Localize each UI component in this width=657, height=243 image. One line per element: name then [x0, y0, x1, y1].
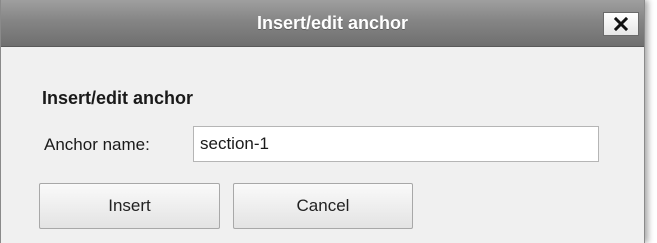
insert-button[interactable]: Insert — [39, 183, 220, 229]
close-button[interactable] — [603, 12, 639, 36]
close-x-icon — [614, 17, 628, 31]
anchor-name-input[interactable] — [193, 126, 599, 162]
anchor-name-label: Anchor name: — [44, 135, 150, 154]
dialog-titlebar[interactable]: Insert/edit anchor — [1, 0, 644, 47]
dialog-title: Insert/edit anchor — [256, 13, 409, 33]
form-heading: Insert/edit anchor — [42, 88, 194, 108]
cancel-button[interactable]: Cancel — [233, 183, 413, 229]
